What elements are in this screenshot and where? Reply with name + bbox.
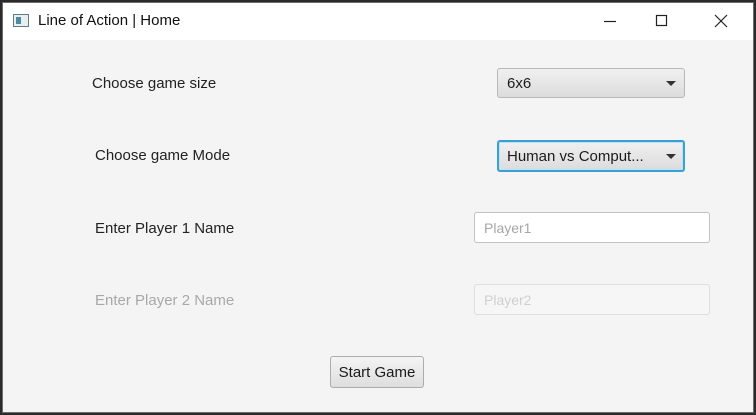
- player2-label: Enter Player 2 Name: [95, 292, 235, 309]
- app-icon: [13, 14, 29, 27]
- game-size-label: Choose game size: [92, 75, 217, 92]
- close-button[interactable]: [699, 3, 745, 40]
- game-size-value: 6x6: [507, 75, 532, 92]
- game-mode-value: Human vs Comput...: [507, 148, 644, 165]
- player2-name-input[interactable]: [474, 284, 710, 315]
- start-game-button[interactable]: Start Game: [330, 356, 424, 388]
- game-mode-dropdown[interactable]: Human vs Comput...: [497, 140, 685, 172]
- chevron-down-icon: [666, 81, 676, 86]
- minimize-icon: [604, 20, 616, 23]
- player1-label: Enter Player 1 Name: [95, 220, 235, 237]
- window-title: Line of Action | Home: [38, 12, 181, 29]
- close-icon: [714, 14, 728, 28]
- maximize-button[interactable]: [641, 3, 687, 40]
- minimize-button[interactable]: [589, 3, 635, 40]
- chevron-down-icon: [666, 154, 676, 159]
- game-mode-label: Choose game Mode: [95, 147, 231, 164]
- title-bar[interactable]: Line of Action | Home: [3, 3, 753, 40]
- app-window: Line of Action | Home Choose game size 6…: [2, 2, 754, 413]
- game-size-dropdown[interactable]: 6x6: [497, 68, 685, 98]
- maximize-icon: [655, 14, 668, 27]
- home-form: Choose game size 6x6 Choose game Mode Hu…: [3, 40, 753, 412]
- player1-name-input[interactable]: [474, 212, 710, 243]
